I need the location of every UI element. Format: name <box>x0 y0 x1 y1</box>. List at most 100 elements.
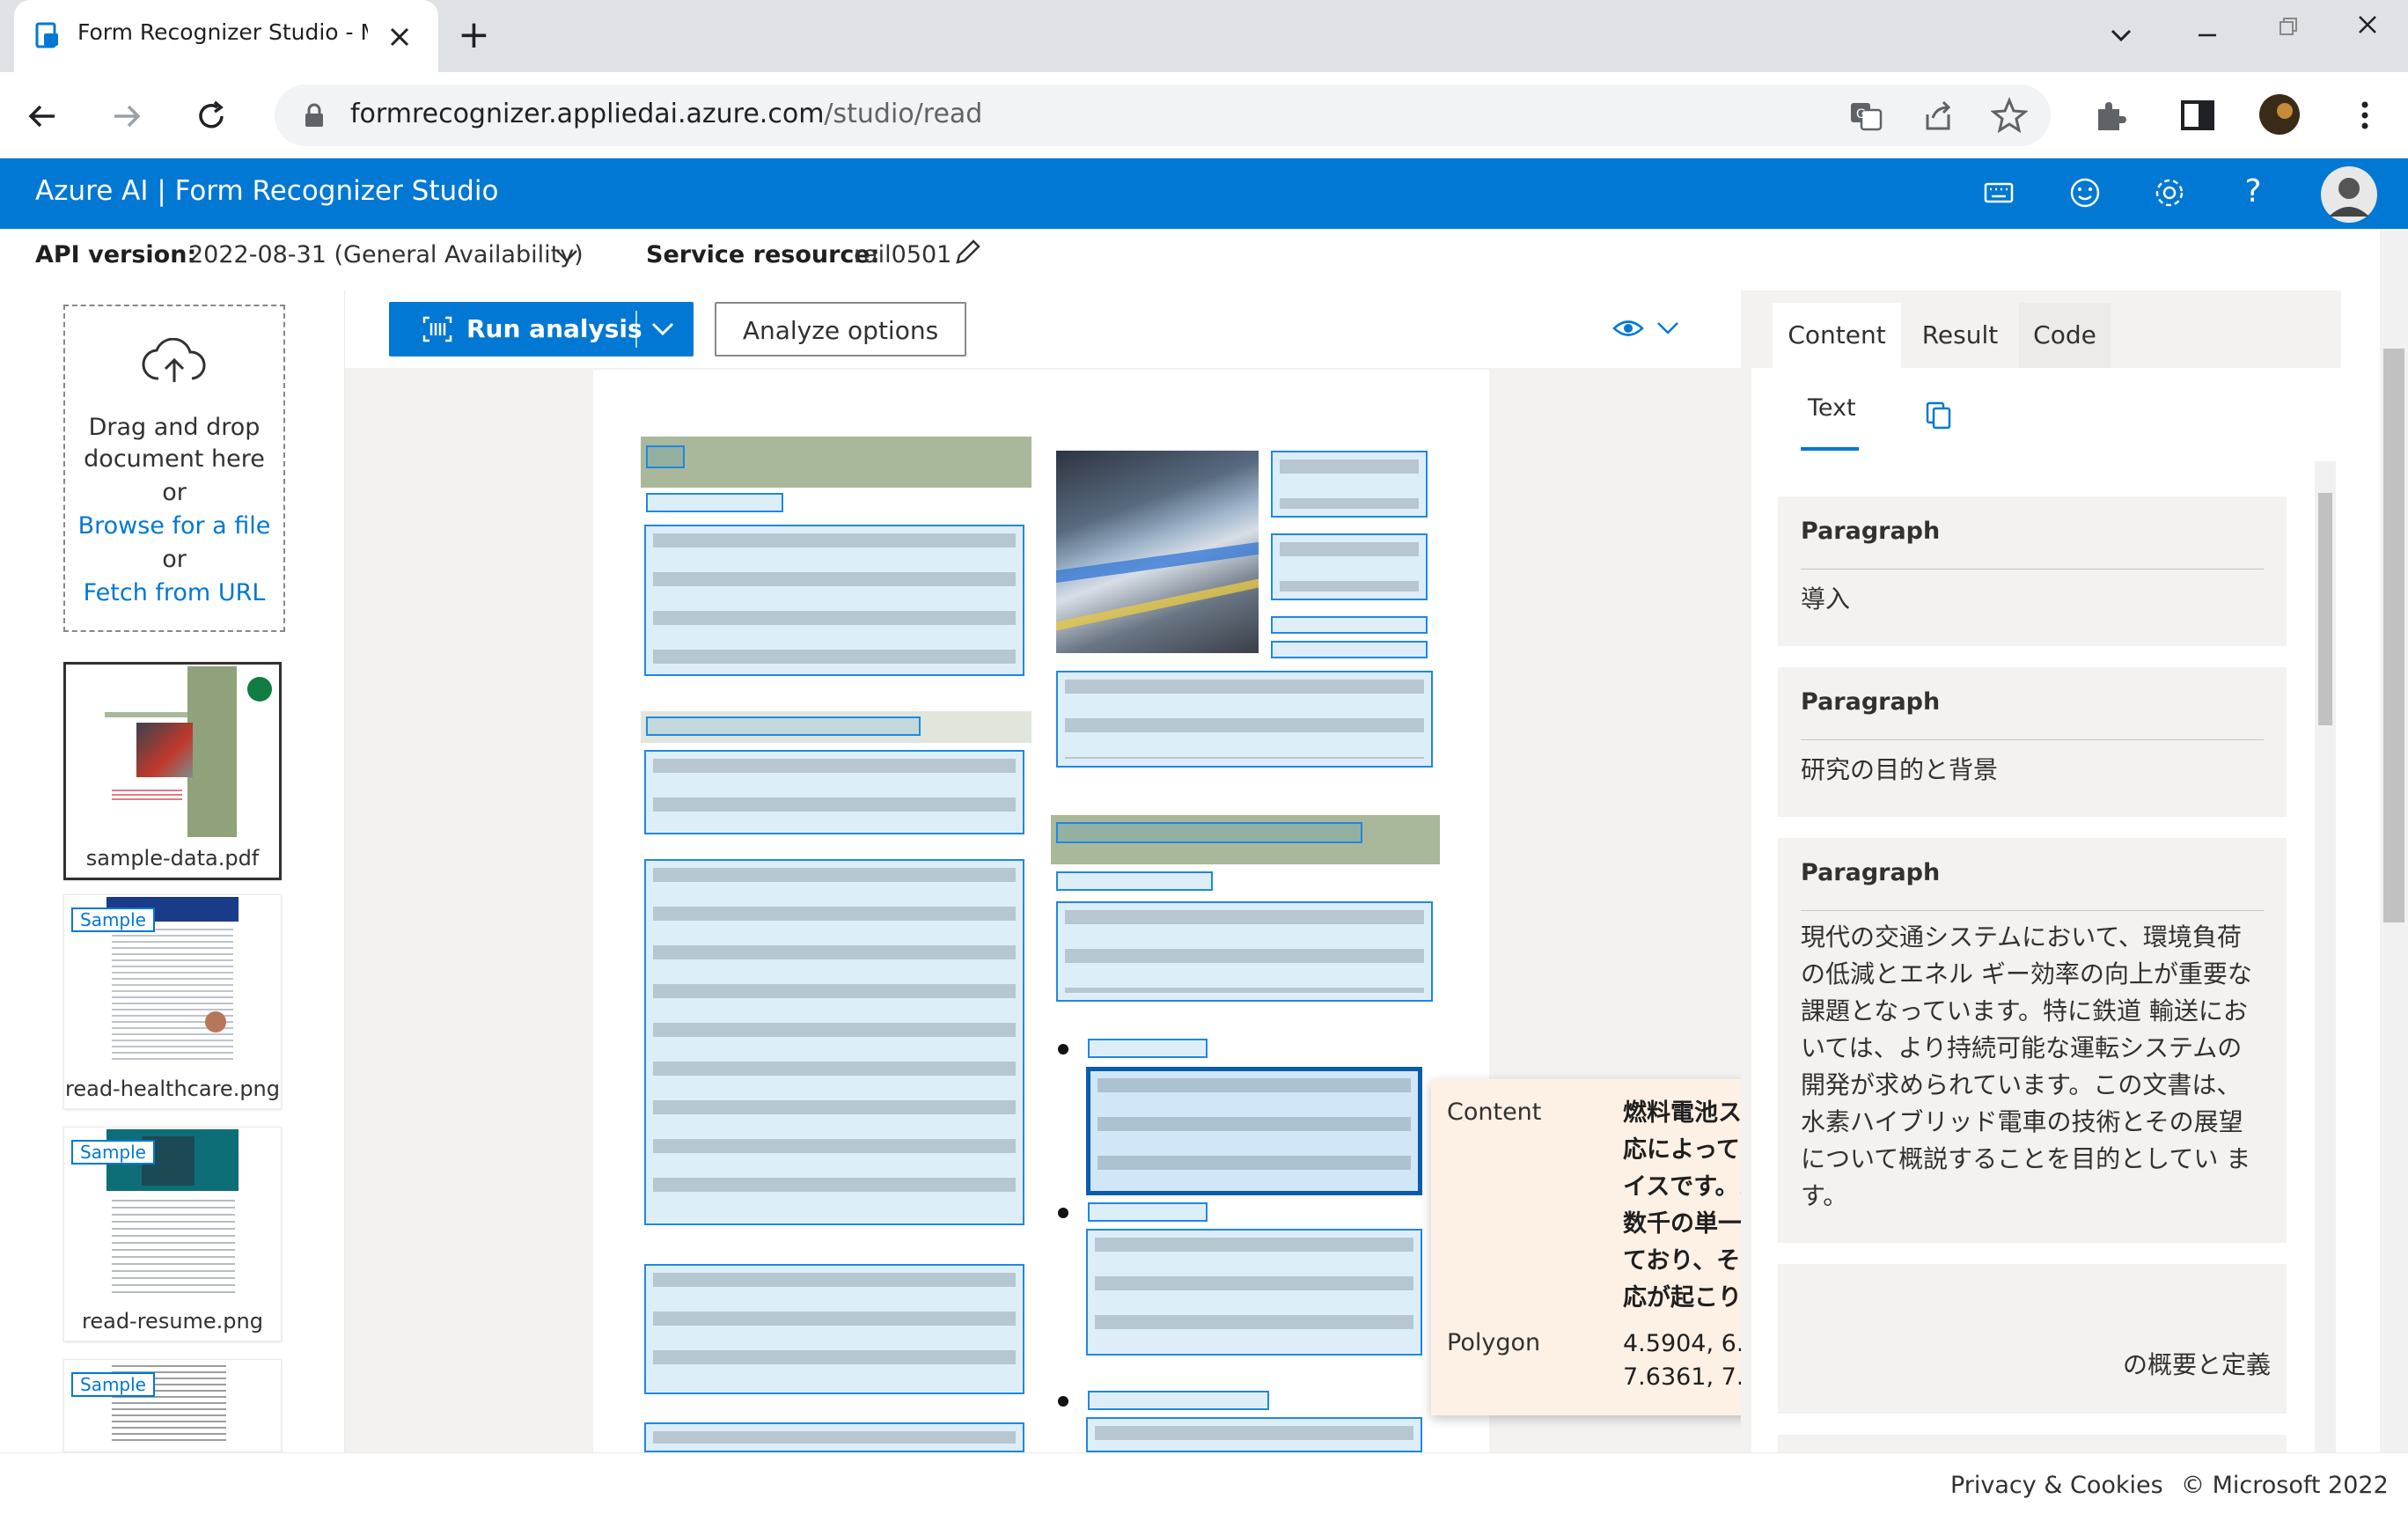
paragraph-card[interactable] <box>1778 1435 2287 1452</box>
text-lines <box>1065 680 1424 759</box>
thumb-train-photo <box>136 723 193 777</box>
selected-highlight-paragraph[interactable] <box>1086 1067 1422 1195</box>
highlight-subheading[interactable] <box>646 493 783 512</box>
profile-avatar-icon[interactable] <box>2258 93 2301 136</box>
translate-icon[interactable]: G <box>1848 99 1883 134</box>
scan-icon <box>422 316 452 342</box>
highlight-subheading[interactable] <box>1056 871 1213 891</box>
split-divider <box>635 311 637 348</box>
paragraph-list-scrollbar-thumb[interactable] <box>2318 493 2332 725</box>
paragraph-card[interactable]: Paragraph 現代の交通システムにおいて、環境負荷の低減とエネル ギー効率… <box>1778 838 2287 1243</box>
visibility-eye-icon[interactable] <box>1612 317 1644 340</box>
highlight-line[interactable] <box>1271 616 1428 634</box>
page-scrollbar-thumb[interactable] <box>2383 349 2404 922</box>
highlight-subheading[interactable] <box>646 716 921 736</box>
close-tab-icon[interactable] <box>387 25 412 49</box>
share-icon[interactable] <box>1920 99 1956 134</box>
lock-icon[interactable] <box>303 102 326 129</box>
highlight-paragraph[interactable] <box>644 1422 1024 1452</box>
viewer-scrollbar[interactable] <box>1741 290 1751 1452</box>
results-tab-bar: Content Result Code <box>1751 290 2341 368</box>
api-version-chevron-down-icon[interactable] <box>554 245 579 266</box>
text-lines <box>1065 910 1424 993</box>
sample-badge: Sample <box>71 1372 155 1397</box>
api-version-label: API version: <box>35 241 197 268</box>
highlight-paragraph[interactable] <box>1056 671 1433 768</box>
feedback-smiley-icon[interactable] <box>2068 176 2102 209</box>
paragraph-card[interactable]: Paragraph 研究の目的と背景 <box>1778 667 2287 817</box>
subtab-text[interactable]: Text <box>1808 394 1856 422</box>
sample-badge: Sample <box>71 907 155 932</box>
browse-file-link[interactable]: Browse for a file <box>65 512 283 540</box>
file-card-read-resume[interactable]: Sample read-resume.png <box>63 1127 282 1341</box>
drag-drop-line2: document here <box>84 445 265 473</box>
forward-arrow-icon[interactable] <box>109 99 144 134</box>
text-lines <box>1280 542 1419 592</box>
highlight-list-title[interactable] <box>1088 1391 1269 1410</box>
keyboard-shortcuts-icon[interactable] <box>1984 180 2014 206</box>
api-version-value[interactable]: 2022-08-31 (General Availability) <box>188 241 584 268</box>
tab-result[interactable]: Result <box>1906 303 2014 368</box>
run-analysis-button[interactable]: Run analysis <box>389 302 694 356</box>
highlight-paragraph[interactable] <box>644 750 1024 834</box>
text-lines <box>653 533 1016 667</box>
run-options-chevron-down-icon[interactable] <box>650 320 676 339</box>
highlight-paragraph[interactable] <box>1086 1229 1422 1356</box>
user-avatar-icon[interactable] <box>2320 165 2378 224</box>
train-stripe <box>1056 541 1259 584</box>
paragraph-title: Paragraph <box>1801 859 1941 886</box>
back-arrow-icon[interactable] <box>25 99 60 134</box>
form-recognizer-favicon-icon <box>35 22 58 48</box>
highlight-heading[interactable] <box>646 445 685 468</box>
tab-search-chevron-icon[interactable] <box>2109 23 2133 48</box>
text-lines <box>1280 459 1419 509</box>
analyze-options-button[interactable]: Analyze options <box>715 302 966 356</box>
extensions-puzzle-icon[interactable] <box>2093 97 2130 134</box>
tab-code[interactable]: Code <box>2019 303 2111 368</box>
close-window-icon[interactable] <box>2355 12 2380 37</box>
restore-window-icon[interactable] <box>2276 14 2301 39</box>
document-page <box>593 370 1489 1452</box>
settings-gear-icon[interactable] <box>2151 174 2188 211</box>
tab-title: Form Recognizer Studio - Micr <box>77 19 368 45</box>
highlight-paragraph[interactable] <box>1271 533 1428 600</box>
copy-icon[interactable] <box>1924 400 1954 431</box>
drag-drop-zone[interactable]: Drag and drop document here or Browse fo… <box>63 305 285 632</box>
help-icon[interactable]: ? <box>2232 174 2274 209</box>
highlight-list-title[interactable] <box>1088 1202 1208 1222</box>
new-tab-button[interactable]: + <box>458 12 490 57</box>
paragraph-card[interactable]: Paragraph 導入 <box>1778 496 2287 646</box>
highlight-paragraph[interactable] <box>644 1264 1024 1394</box>
highlight-paragraph[interactable] <box>644 859 1024 1225</box>
file-card-ira-document[interactable]: Sample <box>63 1359 282 1452</box>
browser-tab[interactable]: Form Recognizer Studio - Micr <box>14 0 438 72</box>
highlight-paragraph[interactable] <box>1271 451 1428 518</box>
highlight-paragraph[interactable] <box>1086 1417 1422 1452</box>
browser-menu-icon[interactable] <box>2352 97 2378 134</box>
thumb-text-lines <box>112 790 182 800</box>
highlight-paragraph[interactable] <box>644 525 1024 676</box>
file-name: read-healthcare.png <box>65 1076 280 1101</box>
file-card-sample-data[interactable]: sample-data.pdf <box>63 662 282 880</box>
tab-content[interactable]: Content <box>1773 303 1901 368</box>
highlight-heading[interactable] <box>1056 822 1362 843</box>
privacy-cookies-link[interactable]: Privacy & Cookies <box>1950 1472 2163 1499</box>
reload-icon[interactable] <box>194 99 229 134</box>
highlight-line[interactable] <box>1271 641 1428 658</box>
paragraph-card[interactable]: の概要と定義 <box>1778 1264 2287 1414</box>
side-panel-icon[interactable] <box>2179 97 2216 134</box>
analyze-options-label: Analyze options <box>742 316 939 345</box>
visibility-chevron-down-icon[interactable] <box>1655 319 1681 338</box>
edit-pencil-icon[interactable] <box>952 238 982 268</box>
paragraph-title: Paragraph <box>1801 518 1941 545</box>
or-separator: or <box>162 546 187 573</box>
file-card-read-healthcare[interactable]: Sample read-healthcare.png <box>63 894 282 1109</box>
app-title[interactable]: Azure AI | Form Recognizer Studio <box>35 175 498 207</box>
minimize-window-icon[interactable] <box>2195 23 2220 48</box>
url-text[interactable]: formrecognizer.appliedai.azure.com/studi… <box>350 99 982 129</box>
bookmark-star-icon[interactable] <box>1991 97 2028 134</box>
highlight-list-title[interactable] <box>1088 1039 1208 1058</box>
paragraph-divider <box>1801 910 2264 911</box>
highlight-paragraph[interactable] <box>1056 901 1433 1002</box>
fetch-url-link[interactable]: Fetch from URL <box>65 579 283 606</box>
